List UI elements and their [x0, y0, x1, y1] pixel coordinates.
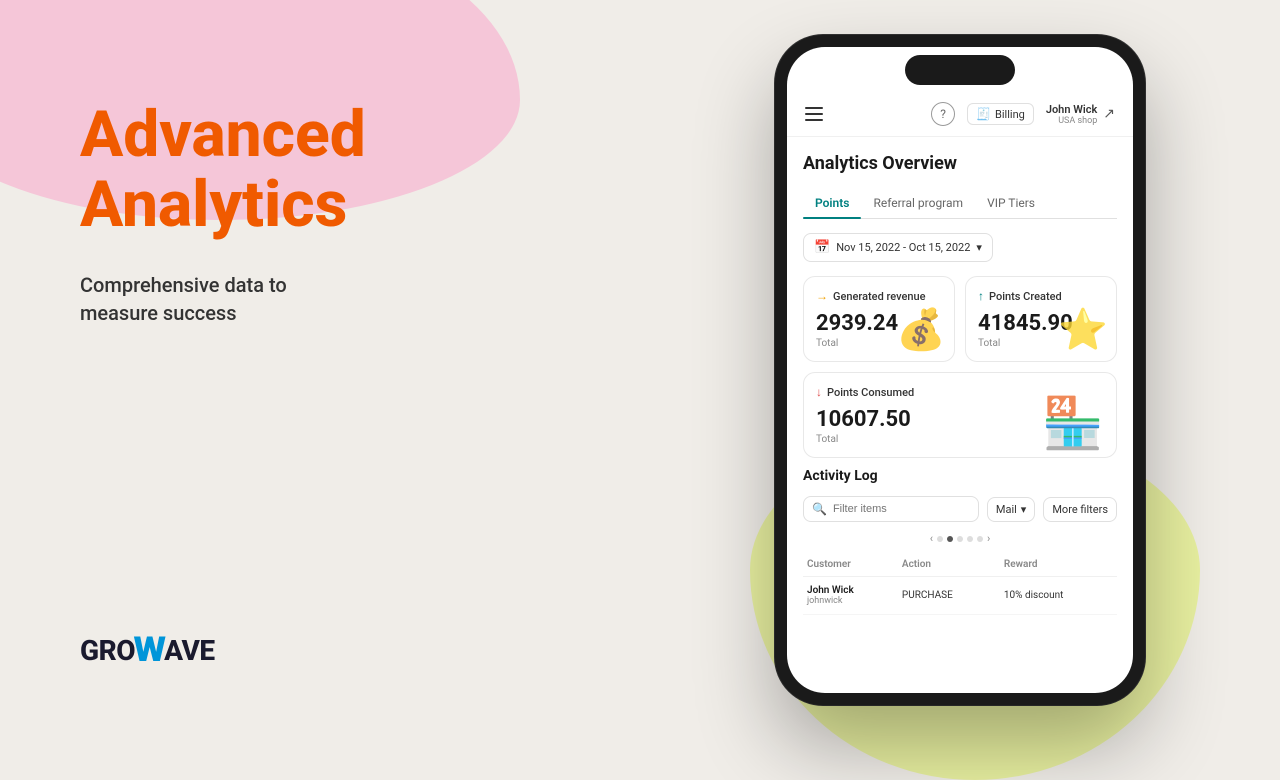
logo-prefix: GRO: [80, 634, 135, 667]
activity-table: Customer Action Reward John Wick johnwic…: [803, 553, 1117, 615]
billing-receipt-icon: 🧾: [976, 107, 991, 121]
headline-line1: Advanced: [80, 97, 366, 172]
search-input-wrap[interactable]: 🔍: [803, 496, 979, 522]
search-input[interactable]: [833, 503, 970, 515]
dynamic-island: [905, 55, 1015, 85]
customer-email: johnwick: [807, 596, 894, 606]
chevron-down-small-icon: ▾: [1021, 503, 1027, 516]
more-filters-button[interactable]: More filters: [1043, 497, 1117, 522]
content-wrapper: Advanced Analytics Comprehensive data to…: [0, 0, 1280, 720]
user-info: John Wick USA shop ↗: [1046, 103, 1115, 126]
user-shop: USA shop: [1058, 116, 1097, 126]
help-icon-label: ?: [940, 107, 946, 121]
stat-card-points-created: ↑ Points Created 41845.90 Total ⭐: [965, 276, 1117, 362]
table-cell-action: PURCHASE: [898, 577, 1000, 615]
tab-vip[interactable]: VIP Tiers: [975, 188, 1047, 218]
subtext: Comprehensive data tomeasure success: [80, 271, 580, 327]
customer-name: John Wick: [807, 585, 894, 596]
headline-line2: Analytics: [80, 167, 347, 242]
tabs-bar: Points Referral program VIP Tiers: [803, 188, 1117, 219]
user-text: John Wick USA shop: [1046, 103, 1097, 126]
revenue-bg-icon: 💰: [896, 306, 946, 353]
stat-card-revenue: → Generated revenue 2939.24 Total 💰: [803, 276, 955, 362]
page-dot-4[interactable]: [967, 536, 973, 542]
table-cell-reward: 10% discount: [1000, 577, 1117, 615]
tab-referral-label: Referral program: [873, 196, 963, 210]
billing-button[interactable]: 🧾 Billing: [967, 103, 1034, 125]
tab-points[interactable]: Points: [803, 188, 861, 218]
points-consumed-bg-icon: 🏪: [1042, 395, 1104, 453]
stat-revenue-label: → Generated revenue: [816, 289, 942, 303]
stat-created-label: ↑ Points Created: [978, 289, 1104, 303]
mail-filter-label: Mail: [996, 503, 1017, 516]
arrow-up-icon: ↑: [978, 289, 984, 303]
pagination-dots: ‹ ›: [803, 532, 1117, 545]
logo-wave: W: [134, 630, 166, 670]
prev-page-icon[interactable]: ‹: [930, 532, 933, 545]
stat-created-title: Points Created: [989, 290, 1062, 303]
phone-frame: ? 🧾 Billing John Wick USA shop ↗: [775, 35, 1145, 705]
hamburger-menu-button[interactable]: [805, 107, 823, 121]
external-link-icon[interactable]: ↗: [1103, 106, 1115, 122]
headline-title: Advanced Analytics: [80, 100, 580, 241]
screen-content: Analytics Overview Points Referral progr…: [787, 137, 1133, 693]
calendar-icon: 📅: [814, 240, 830, 255]
mail-filter-button[interactable]: Mail ▾: [987, 497, 1035, 522]
analytics-title: Analytics Overview: [803, 153, 1117, 174]
col-action: Action: [898, 553, 1000, 577]
help-button[interactable]: ?: [931, 102, 955, 126]
more-filters-label: More filters: [1052, 503, 1108, 516]
growave-logo: GROWAVE: [80, 630, 580, 670]
tab-referral[interactable]: Referral program: [861, 188, 975, 218]
search-icon: 🔍: [812, 502, 827, 516]
activity-log-title: Activity Log: [803, 468, 1117, 484]
page-dot-2[interactable]: [947, 536, 953, 542]
hamburger-line2: [805, 113, 823, 115]
stats-grid: → Generated revenue 2939.24 Total 💰 ↑ P: [803, 276, 1117, 458]
arrow-down-icon: ↓: [816, 385, 822, 399]
date-range-label: Nov 15, 2022 - Oct 15, 2022: [836, 241, 970, 254]
right-panel: ? 🧾 Billing John Wick USA shop ↗: [640, 0, 1280, 720]
tab-points-label: Points: [815, 196, 849, 210]
page-dot-1[interactable]: [937, 536, 943, 542]
page-dot-5[interactable]: [977, 536, 983, 542]
left-panel: Advanced Analytics Comprehensive data to…: [0, 0, 640, 720]
col-reward: Reward: [1000, 553, 1117, 577]
stat-card-points-consumed: ↓ Points Consumed 10607.50 Total 🏪: [803, 372, 1117, 458]
page-dot-3[interactable]: [957, 536, 963, 542]
billing-label: Billing: [995, 108, 1025, 121]
table-row: John Wick johnwick PURCHASE 10% discount: [803, 577, 1117, 615]
stat-revenue-title: Generated revenue: [833, 290, 926, 303]
col-customer: Customer: [803, 553, 898, 577]
chevron-down-icon: ▾: [976, 241, 982, 254]
table-cell-customer: John Wick johnwick: [803, 577, 898, 615]
stat-consumed-title: Points Consumed: [827, 386, 914, 399]
hamburger-line3: [805, 119, 823, 121]
points-created-bg-icon: ⭐: [1058, 306, 1108, 353]
next-page-icon[interactable]: ›: [987, 532, 990, 545]
user-name: John Wick: [1046, 103, 1097, 116]
logo-suffix: AVE: [164, 634, 214, 667]
tab-vip-label: VIP Tiers: [987, 196, 1035, 210]
arrow-right-icon: →: [816, 289, 828, 303]
topbar-right: ? 🧾 Billing John Wick USA shop ↗: [931, 102, 1115, 126]
phone-screen: ? 🧾 Billing John Wick USA shop ↗: [787, 47, 1133, 693]
activity-filters: 🔍 Mail ▾ More filters: [803, 496, 1117, 522]
date-picker[interactable]: 📅 Nov 15, 2022 - Oct 15, 2022 ▾: [803, 233, 993, 262]
headline: Advanced Analytics Comprehensive data to…: [80, 100, 580, 327]
hamburger-line1: [805, 107, 823, 109]
